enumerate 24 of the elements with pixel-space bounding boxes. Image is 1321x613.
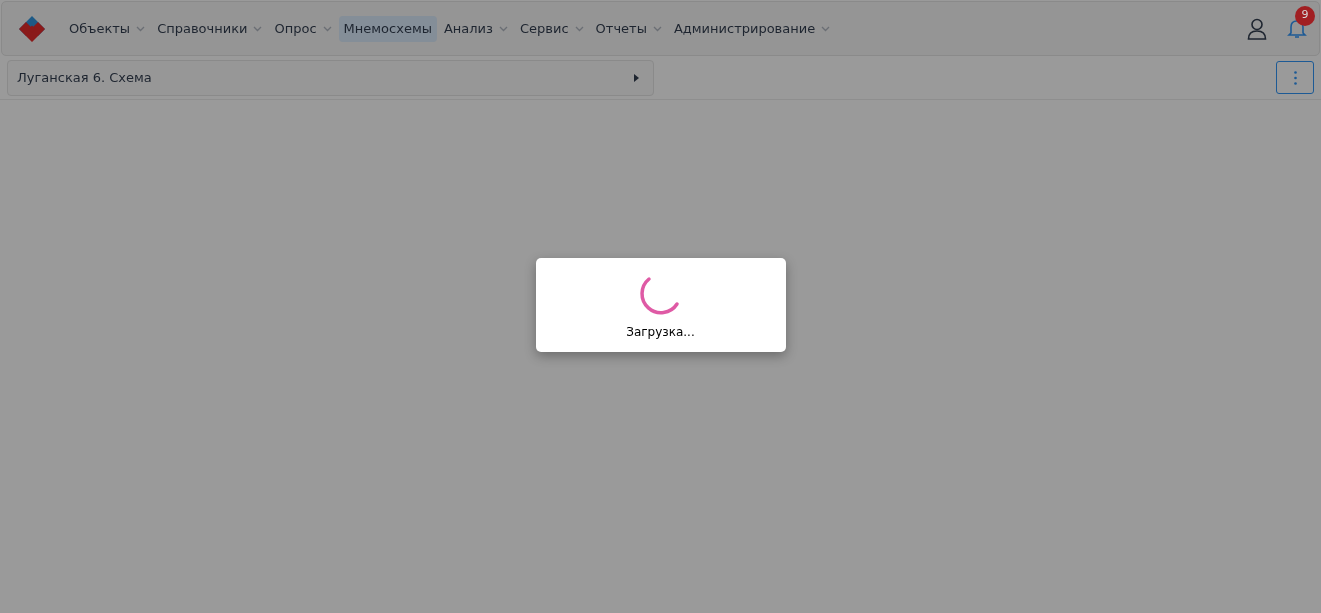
notification-badge: 9 <box>1295 5 1315 26</box>
menu-item[interactable]: Опрос <box>269 15 337 42</box>
menu-item[interactable]: Анализ <box>438 15 513 42</box>
user-icon[interactable] <box>1247 17 1267 40</box>
vertical-dots-icon <box>1293 70 1297 85</box>
menu-item[interactable]: Сервис <box>515 15 589 42</box>
logo-icon <box>18 14 46 43</box>
more-options-button[interactable] <box>1276 61 1314 94</box>
chevron-down-icon <box>499 25 508 32</box>
menu-item[interactable]: Объекты <box>64 15 151 42</box>
menu-item[interactable]: Отчеты <box>590 15 667 42</box>
chevron-down-icon <box>322 25 332 32</box>
chevron-down-icon <box>821 25 831 32</box>
loading-text: Загрузка... <box>626 324 695 341</box>
menu-item[interactable]: Администрирование <box>668 15 836 42</box>
chevron-down-icon <box>136 25 146 32</box>
schema-selector[interactable]: Луганская 6. Схема <box>7 59 654 96</box>
menu-item[interactable]: Мнемосхемы <box>338 15 437 42</box>
chevron-down-icon <box>574 25 584 32</box>
chevron-down-icon <box>652 25 662 32</box>
menu-item[interactable]: Справочники <box>152 15 268 42</box>
caret-right-icon <box>634 73 639 82</box>
schema-title: Луганская 6. Схема <box>17 68 152 87</box>
chevron-down-icon <box>253 25 263 32</box>
